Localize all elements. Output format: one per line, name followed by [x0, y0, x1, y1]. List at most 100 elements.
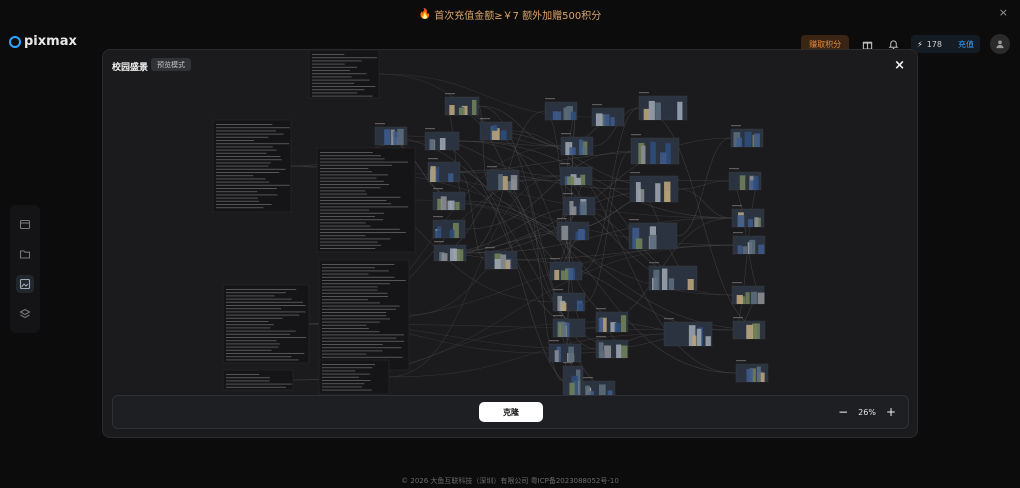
text-node-line	[216, 207, 264, 209]
promo-close-icon[interactable]: ×	[999, 6, 1008, 19]
zoom-control: − 26% +	[838, 402, 896, 422]
text-node-line	[226, 289, 297, 290]
text-node-line	[320, 225, 371, 227]
text-node-line	[322, 299, 369, 301]
bolt-icon: ⚡	[917, 39, 923, 49]
text-node-line	[320, 238, 391, 240]
image-node-figure	[458, 107, 465, 115]
image-node-figure	[745, 292, 750, 304]
image-node-figure	[744, 131, 752, 147]
image-node-label	[731, 125, 741, 127]
text-node-line	[216, 194, 278, 196]
image-node-label	[433, 216, 443, 218]
image-node-figure	[568, 346, 574, 362]
image-node-figure	[572, 206, 577, 215]
promo-text: 首次充值金额≥￥7 额外加赠500积分	[434, 10, 602, 22]
layers-icon[interactable]	[16, 305, 34, 323]
image-node-figure	[393, 131, 398, 145]
text-node-line	[226, 305, 306, 306]
text-node-line	[226, 324, 274, 326]
image-node-figure	[649, 234, 657, 249]
image-node-figure	[457, 249, 464, 261]
text-node-line	[322, 321, 380, 323]
text-node-line	[322, 340, 405, 342]
text-node-line	[312, 73, 367, 75]
text-node-line	[322, 280, 406, 281]
text-node-line	[216, 152, 267, 154]
clone-button[interactable]: 克隆	[479, 402, 543, 422]
image-node-label	[560, 163, 570, 165]
node-connector	[676, 137, 732, 237]
close-icon[interactable]: ×	[894, 58, 905, 73]
image-node-label	[375, 123, 385, 125]
node-connector	[677, 188, 733, 219]
image-node-figure	[655, 183, 661, 202]
text-node-line	[312, 66, 358, 68]
zoom-in-button[interactable]: +	[886, 405, 896, 419]
text-node-line	[226, 311, 306, 313]
image-node-figure	[569, 147, 576, 155]
image-node-figure	[757, 292, 765, 304]
text-node-line	[216, 181, 270, 183]
text-node	[222, 284, 310, 364]
image-node-figure	[492, 130, 499, 140]
node-connector	[732, 180, 762, 331]
image-node-figure	[439, 138, 446, 150]
image-node-figure	[554, 269, 560, 280]
text-node-line	[320, 155, 381, 157]
calendar-icon[interactable]	[16, 215, 34, 233]
text-node-line	[226, 359, 299, 361]
image-edit-icon[interactable]	[16, 275, 34, 293]
text-node-line	[226, 374, 260, 375]
image-node-figure	[736, 294, 743, 304]
image-node-figure	[692, 335, 697, 346]
text-node-line	[216, 184, 290, 186]
text-node-line	[320, 232, 406, 233]
text-node-line	[320, 161, 408, 163]
text-node-line	[320, 216, 376, 217]
text-node-line	[216, 133, 284, 135]
user-icon[interactable]	[990, 34, 1010, 54]
text-node-line	[322, 308, 396, 310]
image-node-label	[485, 247, 495, 249]
text-node-line	[322, 267, 375, 269]
left-toolbar	[10, 205, 40, 333]
text-node-line	[322, 337, 397, 339]
image-node-figure	[595, 113, 603, 126]
image-node-label	[733, 317, 743, 319]
image-node-figure	[561, 322, 567, 337]
text-node-line	[320, 177, 377, 179]
text-node-line	[320, 235, 366, 237]
folder-icon[interactable]	[16, 245, 34, 263]
image-node-figure	[449, 200, 455, 210]
image-node-label	[592, 104, 602, 106]
workflow-canvas[interactable]	[103, 50, 918, 438]
image-node-figure	[510, 175, 518, 190]
text-node-line	[322, 264, 395, 265]
text-node-line	[216, 188, 277, 189]
zoom-level: 26%	[858, 407, 876, 417]
text-node-line	[226, 301, 303, 303]
text-node-line	[320, 180, 384, 182]
image-node-label	[596, 308, 606, 310]
modal-bottom-bar: 克隆 − 26% +	[112, 395, 909, 429]
image-node-label	[445, 93, 455, 95]
image-node-figure	[598, 317, 604, 332]
text-node-line	[312, 95, 373, 97]
text-node-line	[320, 174, 388, 176]
text-node-line	[320, 203, 392, 205]
image-node-figure	[554, 350, 559, 362]
text-node-line	[312, 82, 355, 84]
recharge-link[interactable]: 充值	[958, 39, 974, 50]
image-node-label	[487, 166, 497, 168]
zoom-out-button[interactable]: −	[838, 405, 848, 419]
credits-display[interactable]: ⚡ 178 充值	[911, 35, 980, 53]
text-node-line	[322, 383, 365, 385]
brand-logo[interactable]: pixmax	[9, 34, 77, 49]
image-node-figure	[570, 111, 577, 120]
image-node-figure	[653, 269, 660, 290]
text-node-line	[226, 317, 283, 319]
text-node-line	[322, 364, 375, 365]
text-node-line	[320, 193, 368, 195]
text-node-line	[322, 286, 378, 288]
